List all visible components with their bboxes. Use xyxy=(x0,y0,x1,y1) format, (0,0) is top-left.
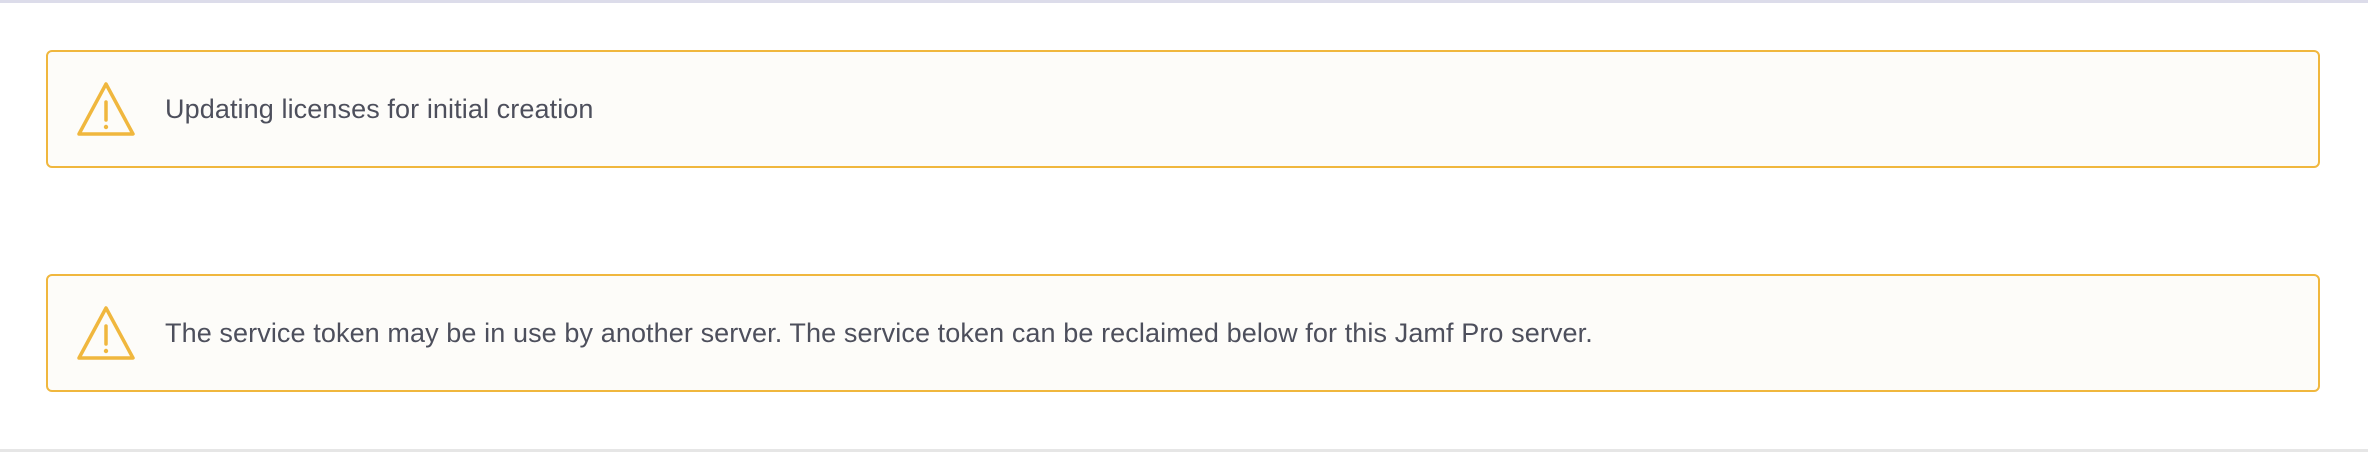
alert-message: Updating licenses for initial creation xyxy=(165,93,594,124)
warning-alert-licenses: Updating licenses for initial creation xyxy=(46,50,2320,168)
bottom-divider xyxy=(0,449,2368,452)
top-divider xyxy=(0,0,2368,3)
warning-icon xyxy=(75,80,137,138)
warning-alert-service-token: The service token may be in use by anoth… xyxy=(46,274,2320,392)
warning-icon xyxy=(75,304,137,362)
alert-message: The service token may be in use by anoth… xyxy=(165,317,1593,348)
